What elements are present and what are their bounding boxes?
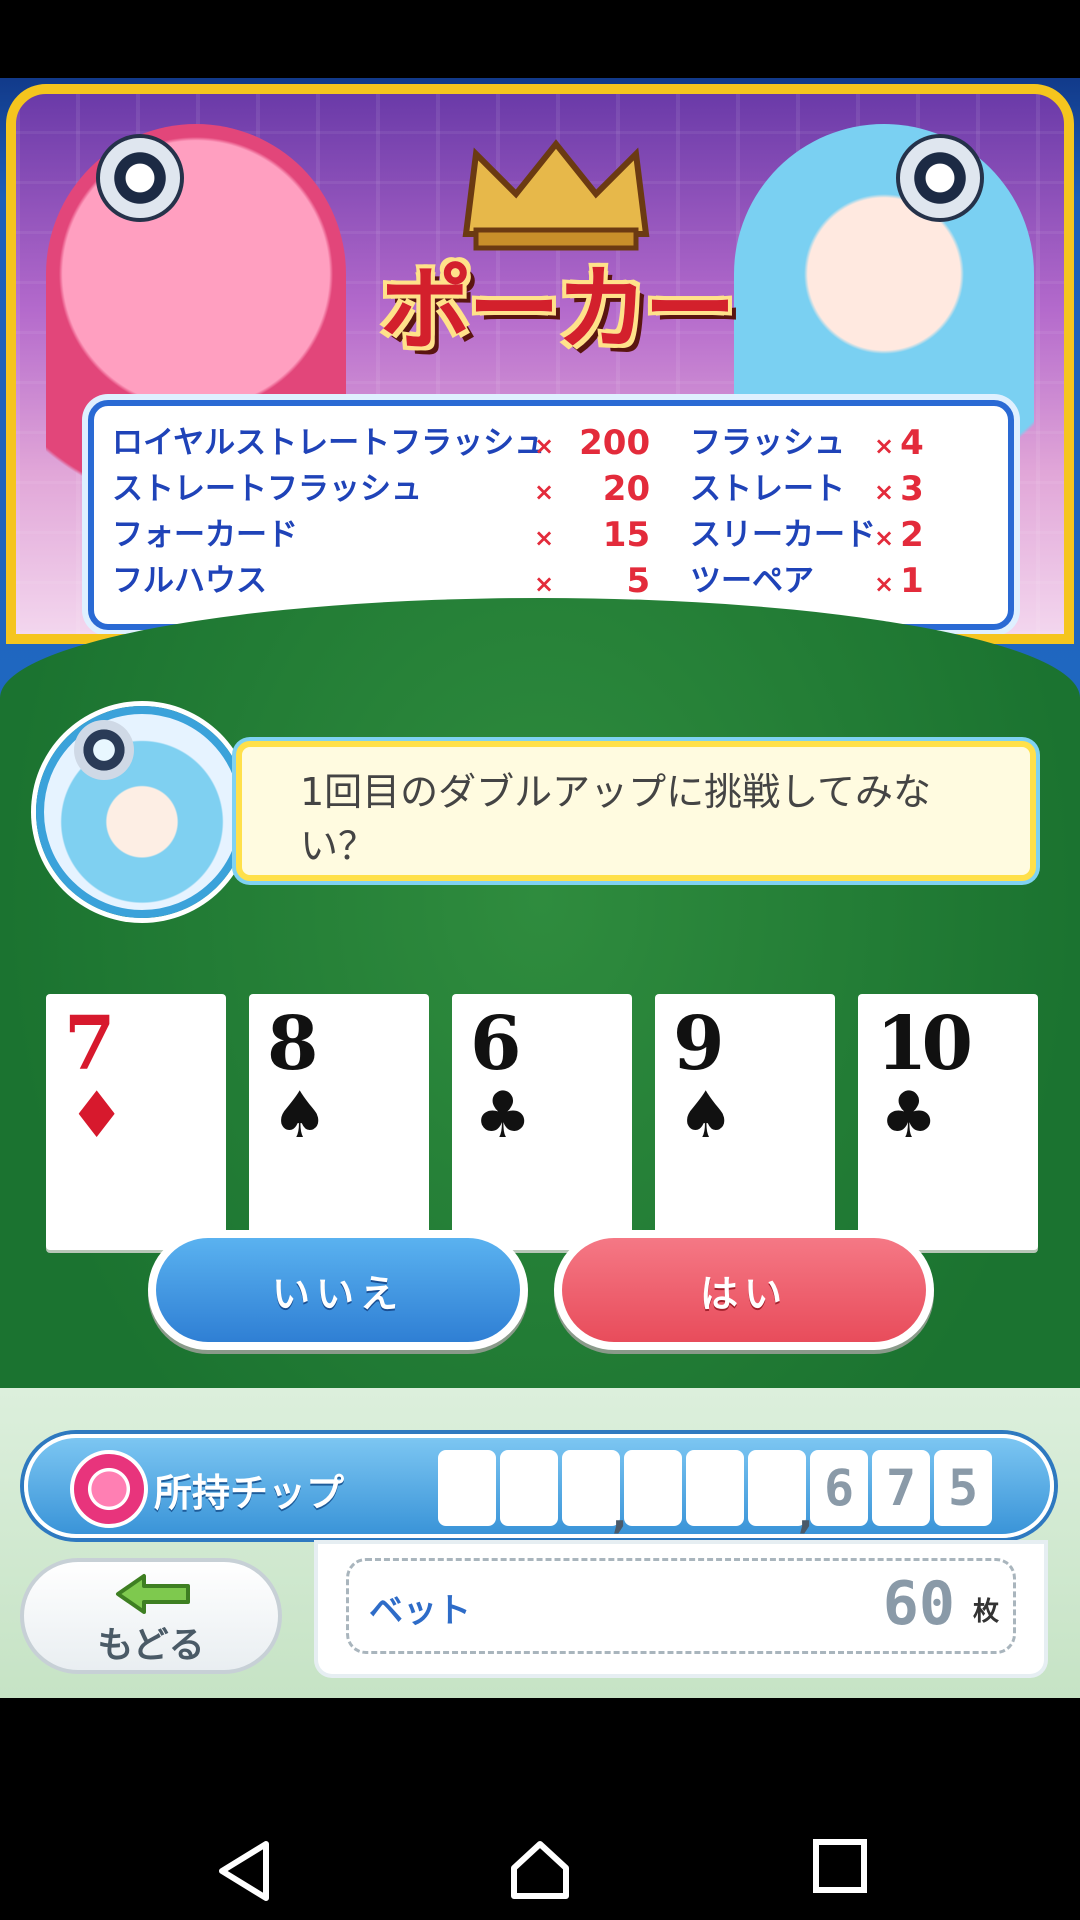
times-symbol: ×	[534, 524, 555, 552]
pink-character-headset	[96, 134, 184, 222]
times-symbol: ×	[874, 524, 895, 552]
home-icon[interactable]	[508, 1838, 572, 1902]
game-title: ポーカー	[379, 255, 736, 363]
card-hand: 7 ♦ 8 ♠ 6 ♣ 9 ♠ 10 ♣	[46, 994, 1046, 1254]
paytable-multiplier: × 1	[874, 558, 984, 604]
club-suit-icon: ♣	[880, 1079, 938, 1153]
times-symbol: ×	[874, 570, 895, 598]
multiplier-value: 4	[900, 423, 924, 463]
paytable-hands-right: フラッシュ ストレート スリーカード ツーペア	[690, 420, 890, 604]
chips-label: 所持チップ	[154, 1471, 345, 1515]
poker-game-screen: ポーカー ロイヤルストレートフラッシュ ストレートフラッシュ フォーカード フル…	[0, 78, 1080, 1698]
paytable-multiplier: × 4	[874, 420, 984, 466]
diamond-suit-icon: ♦	[68, 1079, 126, 1153]
club-suit-icon: ♣	[474, 1079, 532, 1153]
spade-suit-icon: ♠	[677, 1079, 735, 1153]
times-symbol: ×	[874, 478, 895, 506]
paytable-multiplier: × 3	[874, 466, 984, 512]
multiplier-value: 3	[900, 469, 924, 509]
chip-digit	[500, 1450, 558, 1526]
paytable-hand: フラッシュ	[690, 425, 845, 461]
paytable-multiplier: × 15	[534, 512, 674, 558]
no-button-label: いいえ	[156, 1238, 520, 1342]
header-frame: ポーカー ロイヤルストレートフラッシュ ストレートフラッシュ フォーカード フル…	[6, 84, 1074, 644]
playing-card[interactable]: 8 ♠	[249, 994, 429, 1250]
no-button[interactable]: いいえ	[148, 1230, 528, 1350]
card-rank: 8	[267, 1001, 319, 1087]
paytable-multipliers-right: × 4 × 3 × 2 × 1	[874, 420, 984, 604]
chip-digit	[624, 1450, 682, 1526]
paytable: ロイヤルストレートフラッシュ ストレートフラッシュ フォーカード フルハウス ×…	[88, 400, 1014, 630]
paytable-hand: スリーカード	[690, 517, 876, 553]
speech-bubble: 1回目のダブルアップに挑戦してみない？	[236, 741, 1036, 881]
back-button-label: もどる	[97, 1625, 205, 1666]
back-arrow-icon	[116, 1574, 190, 1614]
multiplier-value: 2	[900, 515, 924, 555]
chips-bar: 所持チップ , , 6 7 5	[24, 1434, 1054, 1538]
bet-unit: 枚	[972, 1597, 999, 1627]
card-rank: 6	[470, 1001, 522, 1087]
playing-card[interactable]: 7 ♦	[46, 994, 226, 1250]
paytable-multipliers-left: × 200 × 20 × 15 × 5	[534, 420, 674, 604]
chip-digit	[438, 1450, 496, 1526]
chip-icon	[70, 1450, 148, 1528]
crown-icon	[462, 139, 650, 251]
paytable-multiplier: × 20	[534, 466, 674, 512]
times-symbol: ×	[874, 432, 895, 460]
paytable-hand: ツーペア	[690, 563, 814, 599]
playing-card[interactable]: 6 ♣	[452, 994, 632, 1250]
bet-label: ベット	[369, 1591, 471, 1631]
android-nav-bar	[0, 1698, 1080, 1920]
times-symbol: ×	[534, 432, 555, 460]
chip-digit: 6	[810, 1450, 868, 1526]
dialog-message: 1回目のダブルアップに挑戦してみない？	[300, 770, 932, 868]
card-rank: 7	[64, 1001, 116, 1087]
bet-box: ベット 60 枚	[346, 1558, 1016, 1654]
chip-digit: 7	[872, 1450, 930, 1526]
multiplier-value: 5	[626, 561, 651, 601]
spade-suit-icon: ♠	[271, 1079, 329, 1153]
yes-button[interactable]: はい	[554, 1230, 934, 1350]
dealer-headset-icon	[74, 720, 134, 780]
playing-card[interactable]: 9 ♠	[655, 994, 835, 1250]
multiplier-value: 15	[602, 515, 651, 555]
times-symbol: ×	[534, 478, 555, 506]
paytable-hand: ストレート	[690, 471, 845, 507]
bet-value: 60	[882, 1569, 955, 1639]
card-rank: 10	[876, 1001, 973, 1087]
card-rank: 9	[673, 1001, 725, 1087]
multiplier-value: 1	[900, 561, 924, 601]
multiplier-value: 20	[602, 469, 651, 509]
times-symbol: ×	[534, 570, 555, 598]
yes-button-label: はい	[562, 1238, 926, 1342]
back-button[interactable]: もどる	[20, 1558, 282, 1674]
paytable-multiplier: × 2	[874, 512, 984, 558]
blue-character-headset	[896, 134, 984, 222]
chip-digit	[686, 1450, 744, 1526]
playing-card[interactable]: 10 ♣	[858, 994, 1038, 1250]
paytable-multiplier: × 200	[534, 420, 674, 466]
multiplier-value: 200	[579, 423, 651, 463]
bet-panel: ベット 60 枚	[318, 1544, 1044, 1674]
recents-icon[interactable]	[812, 1838, 868, 1894]
back-icon[interactable]	[214, 1838, 274, 1904]
dealer-avatar	[36, 706, 248, 918]
chip-digit: 5	[934, 1450, 992, 1526]
